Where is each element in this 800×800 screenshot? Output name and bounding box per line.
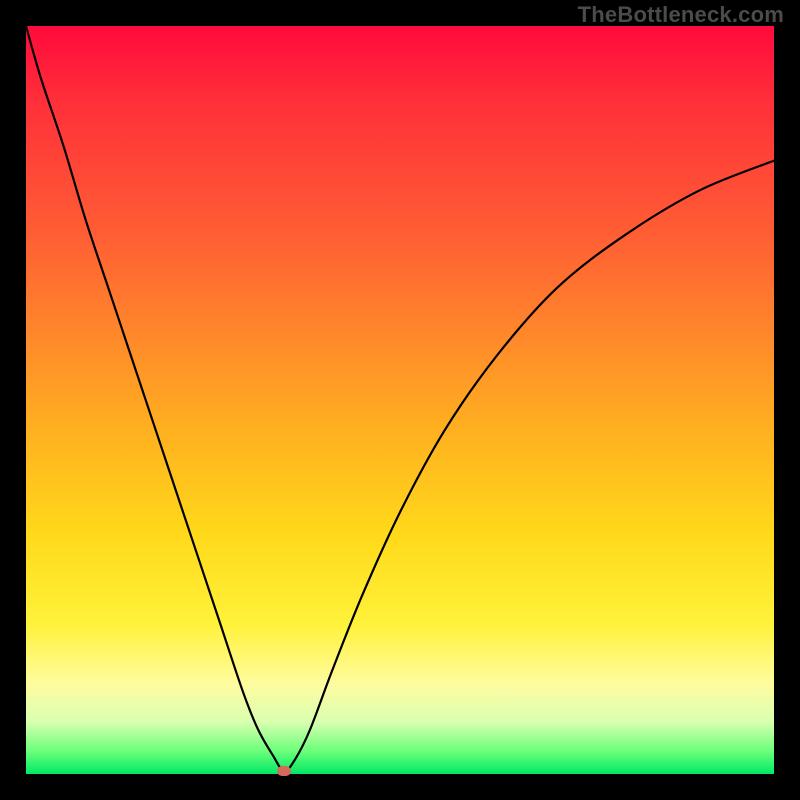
minimum-marker	[277, 766, 291, 776]
chart-frame: TheBottleneck.com	[0, 0, 800, 800]
curve-svg	[26, 26, 774, 774]
bottleneck-curve	[26, 26, 774, 771]
watermark-text: TheBottleneck.com	[578, 2, 784, 28]
plot-area	[26, 26, 774, 774]
